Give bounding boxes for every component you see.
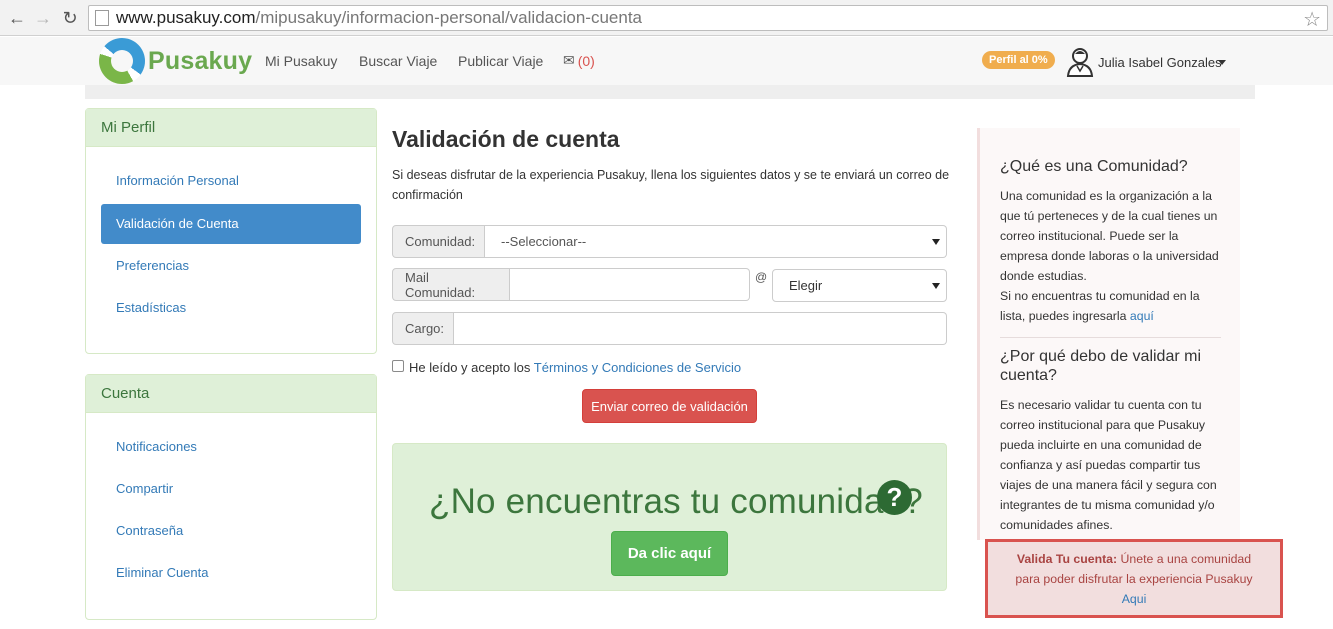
user-menu[interactable]: Julia Isabel Gonzales	[1098, 55, 1222, 70]
account-menu-panel: Cuenta Notificaciones Compartir Contrase…	[85, 374, 377, 620]
comunidad-selected-value: --Seleccionar--	[501, 234, 587, 249]
menu-preferencias[interactable]: Preferencias	[101, 246, 361, 286]
alert-text: Valida Tu cuenta: Únete a una comunidad …	[1004, 549, 1264, 609]
url-host: www.pusakuy.com	[116, 8, 256, 27]
menu-estadisticas[interactable]: Estadísticas	[101, 288, 361, 328]
divider	[1000, 337, 1221, 338]
messages-link[interactable]: ✉ (0)	[563, 52, 595, 69]
help-q2: ¿Por qué debo de validar mi cuenta?	[1000, 348, 1201, 384]
at-sign: @	[755, 270, 768, 284]
menu-eliminar-cuenta[interactable]: Eliminar Cuenta	[101, 553, 361, 593]
page-description: Si deseas disfrutar de la experiencia Pu…	[392, 168, 950, 202]
nav-publicar-viaje[interactable]: Publicar Viaje	[458, 53, 543, 69]
menu-contrasena[interactable]: Contraseña	[101, 511, 361, 551]
user-avatar-icon[interactable]	[1066, 47, 1094, 77]
cargo-label: Cargo:	[392, 312, 454, 345]
select-arrow-icon	[932, 239, 940, 245]
profile-menu-title: Mi Perfil	[86, 109, 376, 147]
add-community-link[interactable]: aquí	[1130, 309, 1154, 323]
page-title: Validación de cuenta	[392, 126, 620, 152]
comunidad-label: Comunidad:	[392, 225, 485, 258]
terms-label: He leído y acepto los Términos y Condici…	[409, 360, 741, 375]
message-count: (0)	[577, 52, 595, 69]
profile-completion-badge: Perfil al 0%	[982, 51, 1055, 69]
menu-notificaciones[interactable]: Notificaciones	[101, 427, 361, 467]
question-icon: ?	[877, 480, 912, 515]
nav-buscar-viaje[interactable]: Buscar Viaje	[359, 53, 437, 69]
url-path: /mipusakuy/informacion-personal/validaci…	[255, 8, 642, 27]
mail-input[interactable]	[510, 268, 750, 301]
mail-label: Mail Comunidad:	[392, 268, 510, 301]
profile-menu-panel: Mi Perfil Información Personal Validació…	[85, 108, 377, 354]
comunidad-group: Comunidad: --Seleccionar--	[392, 225, 947, 258]
browser-toolbar: ← → ↻ www.pusakuy.com /mipusakuy/informa…	[0, 0, 1333, 36]
comunidad-select[interactable]: --Seleccionar--	[485, 225, 947, 258]
community-callout: ¿No encuentras tu comunidad? ? Da clic a…	[392, 443, 947, 591]
menu-validacion-cuenta[interactable]: Validación de Cuenta	[101, 204, 361, 244]
menu-compartir[interactable]: Compartir	[101, 469, 361, 509]
help-sidebar: ¿Qué es una Comunidad? Una comunidad es …	[977, 128, 1240, 540]
help-q1: ¿Qué es una Comunidad?	[1000, 158, 1188, 175]
cargo-input[interactable]	[454, 312, 947, 345]
forward-icon[interactable]: →	[30, 5, 56, 31]
help-a2: Es necesario validar tu cuenta con tu co…	[1000, 398, 1217, 532]
terms-link[interactable]: Términos y Condiciones de Servicio	[534, 360, 741, 375]
help-a1b-text: Si no encuentras tu comunidad en la list…	[1000, 289, 1200, 323]
help-a1: Una comunidad es la organización a la qu…	[1000, 189, 1219, 283]
envelope-icon: ✉	[563, 52, 575, 68]
click-here-button[interactable]: Da clic aquí	[611, 531, 728, 576]
domain-selected-value: Elegir	[789, 278, 823, 293]
navbar-shadow	[85, 85, 1255, 99]
page-icon	[95, 10, 109, 26]
logo-swirl-icon	[99, 38, 145, 84]
bookmark-star-icon[interactable]: ☆	[1303, 7, 1321, 32]
alert-link[interactable]: Aqui	[1122, 592, 1147, 606]
send-validation-button[interactable]: Enviar correo de validación	[582, 389, 757, 423]
terms-prefix: He leído y acepto los	[409, 360, 531, 375]
back-icon[interactable]: ←	[4, 5, 30, 31]
reload-icon[interactable]: ↻	[57, 5, 83, 31]
nav-mi-pusakuy[interactable]: Mi Pusakuy	[265, 53, 337, 69]
community-heading: ¿No encuentras tu comunidad?	[429, 482, 923, 521]
help-a1b: Si no encuentras tu comunidad en la list…	[1000, 286, 1225, 326]
menu-informacion-personal[interactable]: Información Personal	[101, 161, 361, 201]
validate-account-alert: Valida Tu cuenta: Únete a una comunidad …	[985, 539, 1283, 618]
account-menu-title: Cuenta	[86, 375, 376, 413]
domain-select[interactable]: Elegir	[772, 269, 947, 302]
mail-group: Mail Comunidad:	[392, 268, 750, 301]
address-bar[interactable]: www.pusakuy.com /mipusakuy/informacion-p…	[88, 5, 1328, 31]
terms-checkbox[interactable]	[392, 360, 404, 372]
select-arrow-icon	[932, 283, 940, 289]
chevron-down-icon	[1218, 60, 1226, 65]
logo-text: Pusakuy	[148, 46, 253, 75]
pusakuy-logo[interactable]: Pusakuy	[99, 38, 252, 84]
cargo-group: Cargo:	[392, 312, 947, 345]
alert-strong: Valida Tu cuenta:	[1016, 551, 1118, 566]
